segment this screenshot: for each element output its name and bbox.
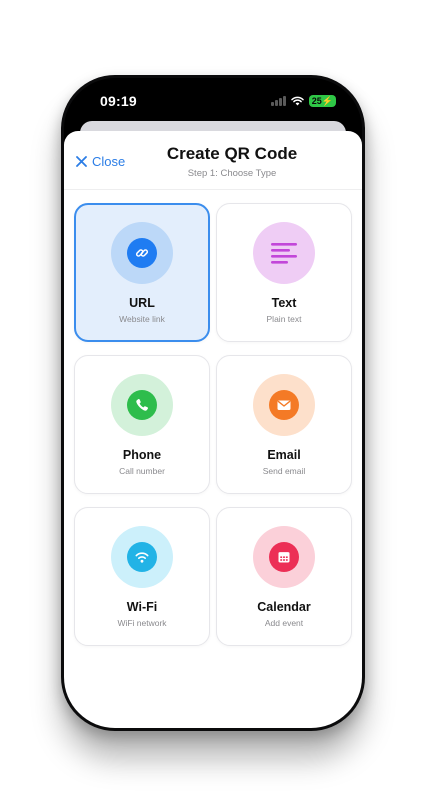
card-subtitle: Add event: [264, 618, 304, 628]
phone-icon-circle: [111, 374, 173, 436]
type-card-wifi[interactable]: Wi-Fi WiFi network: [74, 507, 210, 646]
type-card-text[interactable]: Text Plain text: [216, 203, 352, 342]
create-qr-sheet: Close Create QR Code Step 1: Choose Type: [64, 131, 362, 728]
status-time: 09:19: [100, 93, 137, 109]
type-card-url[interactable]: URL Website link: [74, 203, 210, 342]
type-card-phone[interactable]: Phone Call number: [74, 355, 210, 494]
phone-icon: [127, 390, 157, 420]
type-card-email[interactable]: Email Send email: [216, 355, 352, 494]
type-card-calendar[interactable]: Calendar Add event: [216, 507, 352, 646]
card-title: Phone: [122, 448, 162, 462]
envelope-icon: [269, 390, 299, 420]
wifi-icon-circle: [111, 526, 173, 588]
card-title: Wi-Fi: [126, 600, 158, 614]
card-subtitle: Website link: [119, 314, 165, 324]
close-label: Close: [92, 154, 126, 169]
card-subtitle: WiFi network: [117, 618, 167, 628]
wifi-status-icon: [291, 96, 304, 106]
url-icon-circle: [111, 222, 173, 284]
close-icon: [76, 156, 87, 167]
card-title: Email: [267, 448, 301, 462]
close-button[interactable]: Close: [76, 154, 125, 169]
status-icons: 25⚡: [271, 95, 336, 107]
card-title: Text: [271, 296, 297, 310]
nav-bar: Close Create QR Code Step 1: Choose Type: [64, 131, 362, 190]
wifi-icon: [127, 542, 157, 572]
status-bar: 09:19 25⚡: [64, 78, 362, 124]
battery-indicator: 25⚡: [308, 95, 336, 107]
calendar-icon-circle: [253, 526, 315, 588]
card-subtitle: Send email: [262, 466, 306, 476]
text-icon-circle: [253, 222, 315, 284]
signal-icon: [271, 96, 286, 106]
link-icon: [127, 238, 157, 268]
calendar-icon: [269, 542, 299, 572]
phone-screen: 09:19 25⚡ Close Create QR Code Step 1: C…: [64, 78, 362, 728]
card-subtitle: Call number: [119, 466, 165, 476]
email-icon-circle: [253, 374, 315, 436]
page-subtitle: Step 1: Choose Type: [187, 168, 277, 179]
card-title: Calendar: [257, 600, 311, 614]
page-title: Create QR Code: [166, 144, 298, 163]
phone-frame: 09:19 25⚡ Close Create QR Code Step 1: C…: [61, 75, 365, 731]
card-subtitle: Plain text: [266, 314, 302, 324]
text-lines-icon: [271, 243, 297, 264]
card-title: URL: [129, 296, 155, 310]
